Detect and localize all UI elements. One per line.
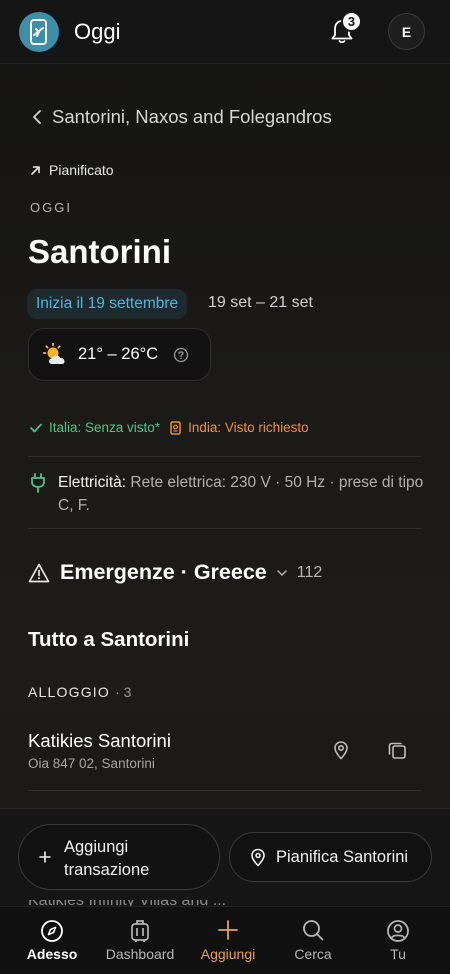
- top-bar: Oggi 3 E: [0, 0, 450, 64]
- visa-info: Italia: Senza visto* India: Visto richie…: [30, 420, 309, 435]
- chevron-down-icon: [277, 569, 287, 576]
- check-icon: [30, 423, 42, 432]
- copy-icon[interactable]: [387, 740, 407, 760]
- emergency-title: Emergenze · Greece: [60, 560, 267, 584]
- location-pin-icon[interactable]: [332, 740, 350, 760]
- nav-dashboard[interactable]: Dashboard: [95, 907, 185, 974]
- app-logo-icon[interactable]: [19, 12, 59, 52]
- nav-aggiungi[interactable]: Aggiungi: [183, 907, 273, 974]
- accommodation-label: ALLOGGIO · 3: [28, 684, 131, 700]
- section-label: OGGI: [30, 200, 72, 215]
- visa-india-label: India: Visto richiesto: [188, 420, 309, 435]
- warning-icon: [28, 563, 50, 582]
- page-title: Oggi: [74, 19, 121, 44]
- nav-label: Cerca: [294, 946, 332, 962]
- nav-label: Aggiungi: [200, 946, 256, 962]
- luggage-icon: [131, 920, 149, 942]
- electricity-label: Elettricità:: [58, 474, 127, 491]
- divider: [28, 528, 422, 529]
- weather-card[interactable]: 21° – 26°C: [28, 328, 211, 381]
- compass-icon: [41, 920, 63, 942]
- visa-india[interactable]: India: Visto richiesto: [170, 420, 309, 435]
- nav-label: Tu: [390, 946, 406, 962]
- status-label: Pianificato: [49, 162, 114, 178]
- accommodation-label-text: ALLOGGIO: [28, 684, 110, 700]
- nav-cerca[interactable]: Cerca: [268, 907, 358, 974]
- location-pin-icon: [251, 848, 265, 867]
- nav-tu[interactable]: Tu: [353, 907, 443, 974]
- help-icon[interactable]: [173, 347, 189, 363]
- visa-italy-label: Italia: Senza visto*: [49, 420, 161, 435]
- bottom-nav: Adesso Dashboard Aggiungi Cerca Tu: [0, 906, 450, 974]
- all-in-city-title: Tutto a Santorini: [28, 628, 190, 651]
- arrow-up-right-icon: [31, 165, 40, 175]
- start-date-chip: Inizia il 19 settembre: [27, 289, 188, 319]
- date-range: 19 set – 21 set: [208, 294, 313, 311]
- visa-italy[interactable]: Italia: Senza visto*: [30, 420, 160, 435]
- emergency-number: 112: [296, 563, 323, 581]
- chevron-left-icon: [33, 110, 41, 124]
- nav-adesso[interactable]: Adesso: [7, 907, 97, 974]
- plus-icon: [218, 920, 238, 940]
- user-icon: [387, 920, 409, 942]
- emergency-section[interactable]: Emergenze · Greece 112: [28, 560, 322, 585]
- trip-name: Santorini, Naxos and Folegandros: [52, 106, 332, 127]
- hotel-address: Oia 847 02, Santorini: [28, 756, 155, 771]
- back-link[interactable]: Santorini, Naxos and Folegandros: [30, 106, 332, 128]
- passport-icon: [170, 420, 181, 435]
- plan-city-label: Pianifica Santorini: [276, 848, 409, 866]
- plan-city-button[interactable]: Pianifica Santorini: [229, 832, 432, 882]
- accommodation-count: · 3: [115, 684, 132, 700]
- search-icon: [303, 920, 324, 941]
- electricity-text: Elettricità: Rete elettrica: 230 V · 50 …: [58, 471, 428, 517]
- city-title: Santorini: [28, 233, 172, 270]
- nav-label: Dashboard: [105, 946, 175, 962]
- notification-badge: 3: [341, 11, 362, 32]
- nav-label: Adesso: [26, 946, 78, 962]
- plug-icon: [31, 473, 45, 493]
- add-transaction-button[interactable]: Aggiungi transazione: [18, 824, 220, 890]
- trip-status[interactable]: Pianificato: [30, 162, 114, 178]
- app-screen: Oggi 3 E Santorini, Naxos and Folegandro…: [0, 0, 450, 974]
- avatar[interactable]: E: [388, 13, 425, 50]
- partly-sunny-icon: [43, 343, 65, 364]
- temperature-range: 21° – 26°C: [78, 345, 159, 363]
- divider: [28, 456, 422, 457]
- hotel-name[interactable]: Katikies Santorini: [28, 730, 171, 752]
- plus-icon: [39, 851, 51, 863]
- add-transaction-label: Aggiungi transazione: [64, 838, 150, 879]
- divider: [28, 790, 422, 791]
